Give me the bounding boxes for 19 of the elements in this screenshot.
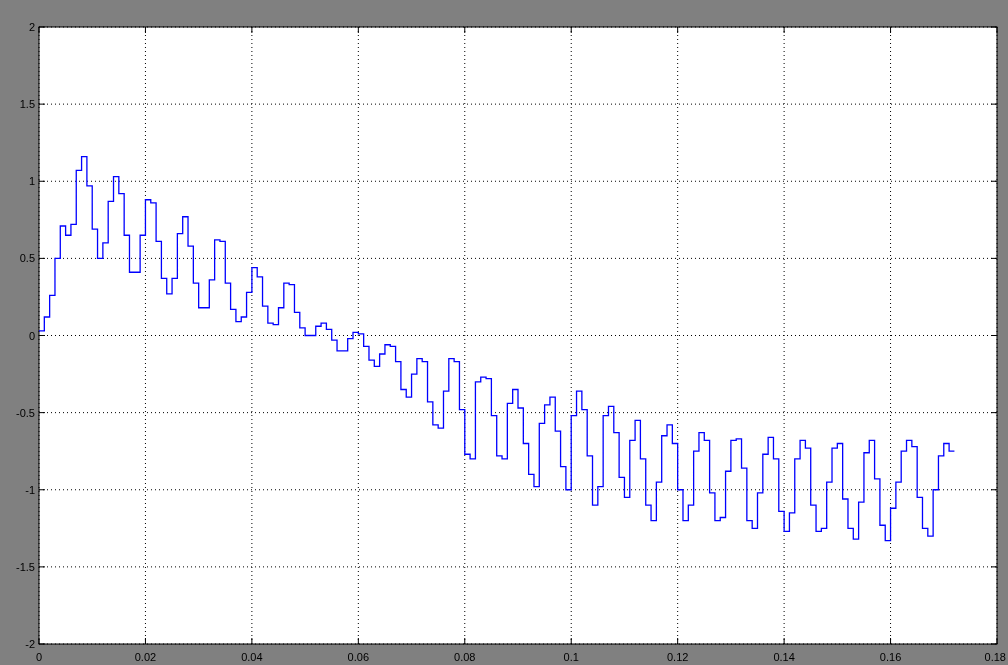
y-tick-label: 1.5	[19, 98, 35, 111]
y-tick-label: -0.5	[16, 406, 35, 419]
x-tick-label: 0.1	[563, 651, 579, 663]
x-tick-label: 0	[35, 651, 43, 663]
x-tick-label: 0.02	[134, 651, 157, 663]
y-tick-label: 0.5	[19, 252, 35, 265]
y-tick-label: 2	[28, 21, 35, 33]
x-tick-label: 0.16	[879, 651, 902, 663]
x-tick-label: 0.12	[666, 651, 689, 663]
x-tick-label: 0.14	[773, 651, 795, 663]
x-tick-label: 0.04	[241, 651, 263, 663]
y-tick-label: 0	[28, 329, 35, 342]
y-tick-label: -1.5	[16, 560, 35, 573]
y-tick-label: 1	[28, 175, 35, 188]
x-tick-label: 0.06	[347, 651, 370, 663]
x-tick-label: 0.18	[984, 651, 1006, 663]
x-tick-label: 0.08	[454, 651, 476, 663]
y-tick-label: -1	[25, 483, 35, 496]
y-tick-label: -2	[25, 638, 35, 650]
